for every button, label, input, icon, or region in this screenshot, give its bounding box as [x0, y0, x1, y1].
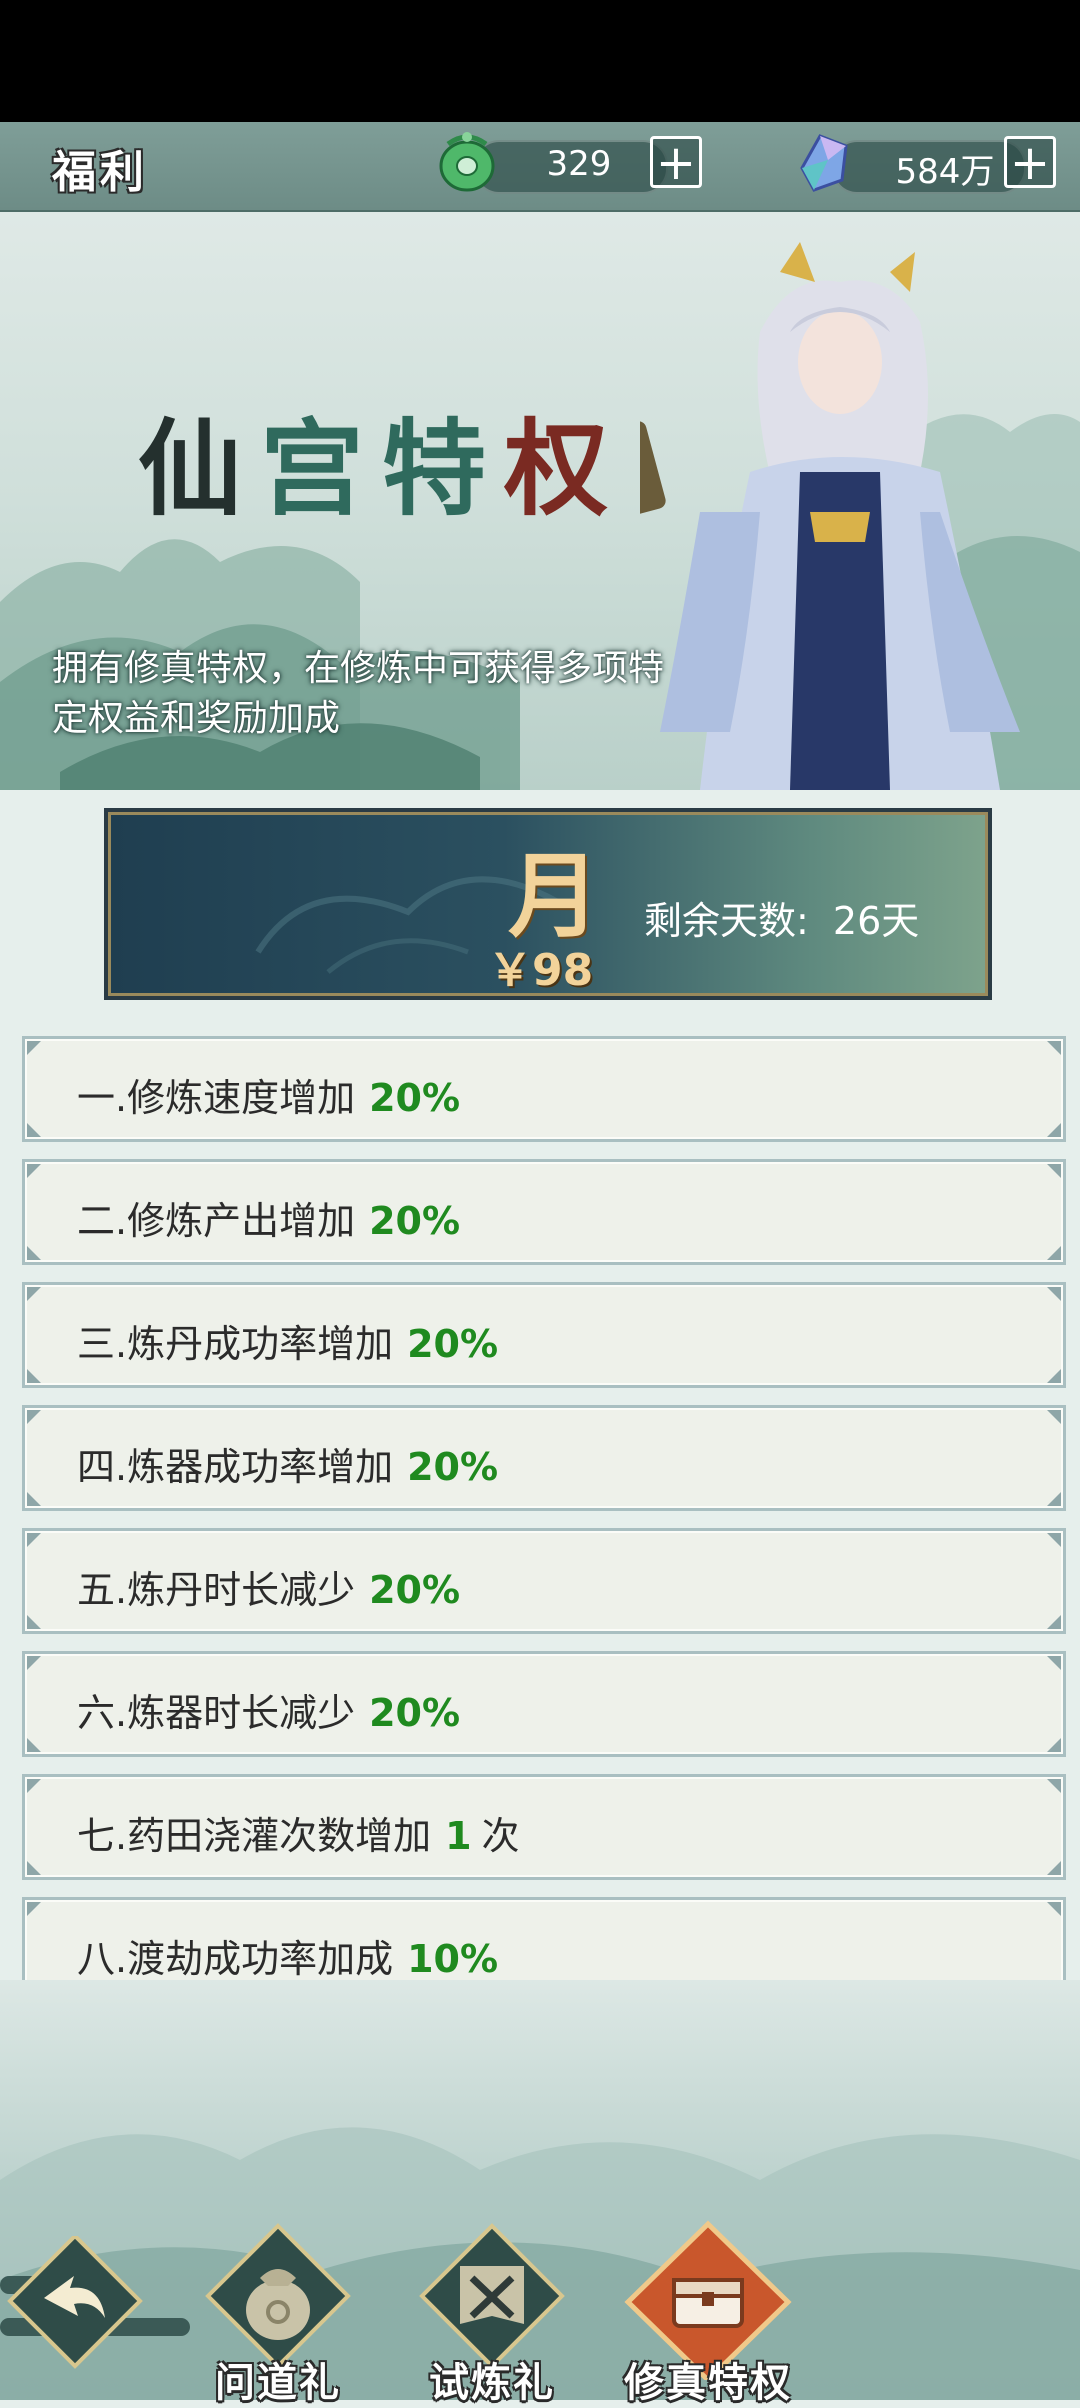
jade-currency: 329 +: [434, 132, 704, 198]
tab-wendao-gift[interactable]: 问道礼: [198, 2220, 358, 2406]
privilege-item: 七.药田浇灌次数增加 1 次: [22, 1774, 1066, 1880]
privilege-item: 四.炼器成功率增加 20%: [22, 1405, 1066, 1511]
jade-amount: 329: [546, 144, 612, 184]
tab-cultivation-privilege[interactable]: 修真特权: [618, 2220, 798, 2406]
top-bar: 福利 329 + 584万 +: [0, 122, 1080, 212]
add-crystal-button[interactable]: +: [1004, 136, 1056, 188]
crossed-swords-icon: [419, 2223, 565, 2369]
crystal-currency: 584万 +: [792, 132, 1062, 198]
add-jade-button[interactable]: +: [650, 136, 702, 188]
privilege-item: 六.炼器时长减少 20%: [22, 1651, 1066, 1757]
crystal-amount: 584万: [895, 152, 995, 192]
back-button[interactable]: [0, 2236, 200, 2376]
tab-label: 试炼礼: [429, 2359, 555, 2406]
banner-title: 仙宫特权: [138, 407, 627, 530]
privilege-banner: 仙宫特权 拥有修真特权，在修炼中可获得多项特定权益和奖励加成: [0, 212, 1080, 790]
privilege-item: 三.炼丹成功率增加 20%: [22, 1282, 1066, 1388]
status-bar: [0, 0, 1080, 122]
month-card-price: ￥98: [488, 945, 594, 996]
banner-description: 拥有修真特权，在修炼中可获得多项特定权益和奖励加成: [52, 648, 665, 739]
money-bag-icon: [205, 2223, 351, 2369]
spirit-crystal-icon: [800, 134, 848, 192]
fairy-character-illustration: [640, 242, 1020, 790]
privilege-item: 一.修炼速度增加 20%: [22, 1036, 1066, 1142]
tab-trial-gift[interactable]: 试炼礼: [412, 2220, 572, 2406]
privilege-item: 五.炼丹时长减少 20%: [22, 1528, 1066, 1634]
jade-coin-icon: [439, 132, 495, 192]
page-title: 福利: [52, 147, 148, 198]
month-card[interactable]: 月 ￥98 剩余天数: 26天: [104, 808, 992, 1000]
tab-label: 问道礼: [215, 2359, 341, 2406]
tab-label: 修真特权: [624, 2359, 792, 2406]
privilege-item: 二.修炼产出增加 20%: [22, 1159, 1066, 1265]
remaining-days: 剩余天数: 26天: [644, 899, 920, 943]
